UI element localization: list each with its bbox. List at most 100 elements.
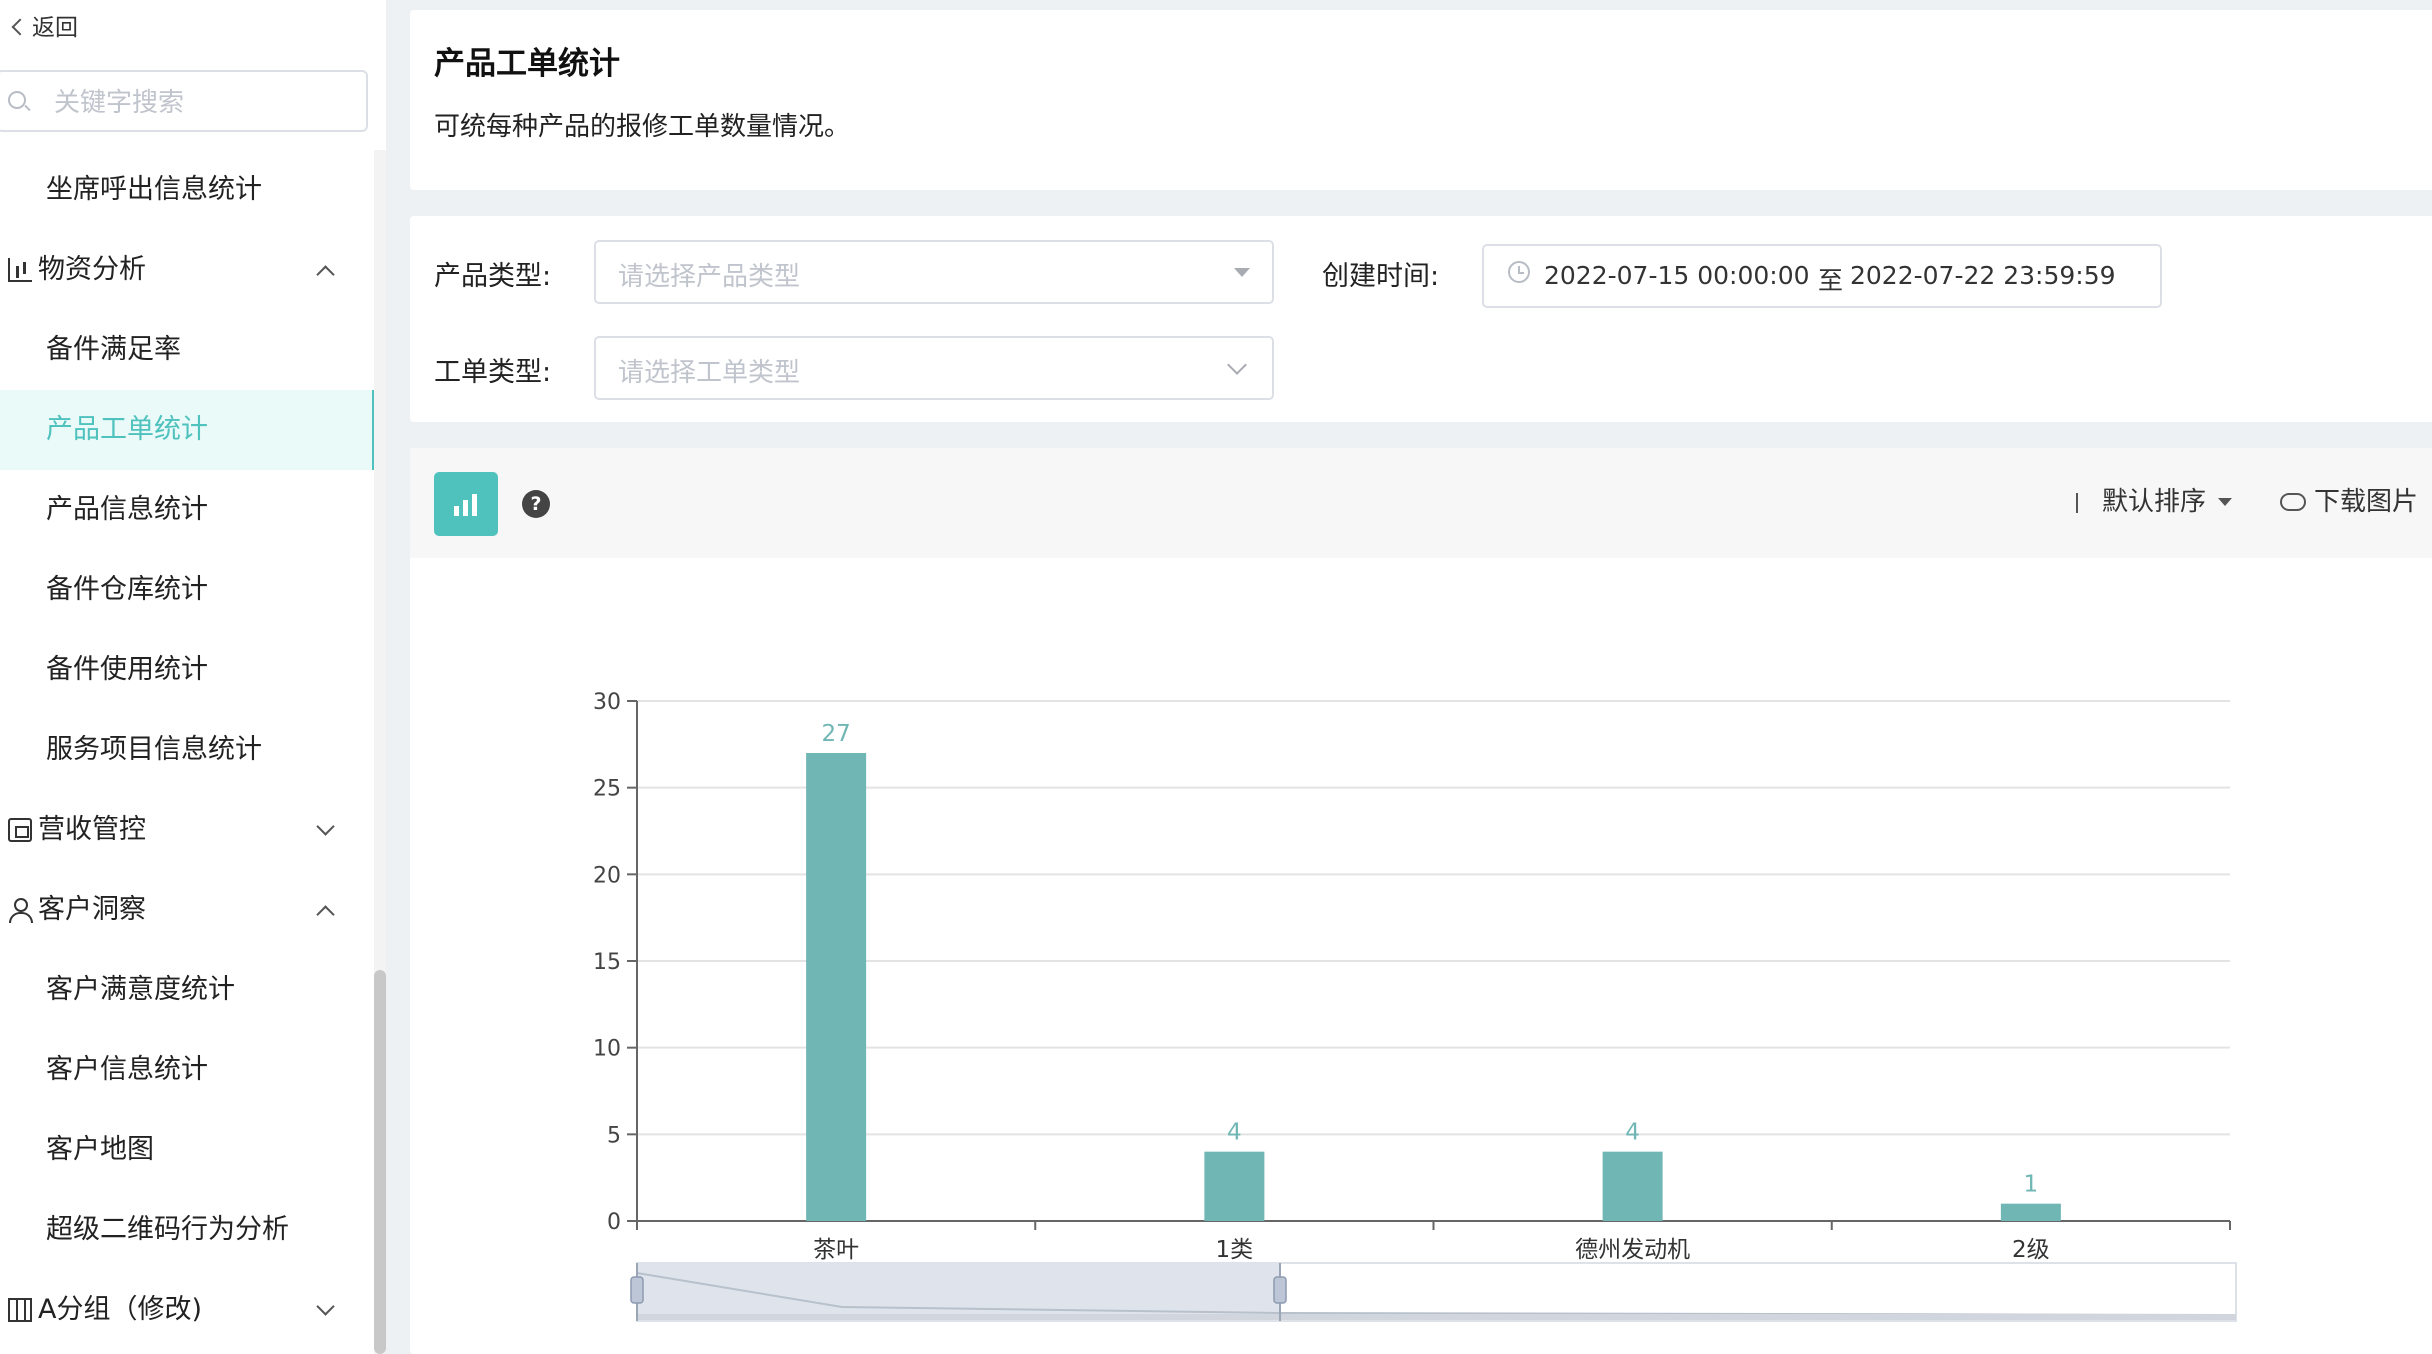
chevron-down-icon — [316, 817, 335, 836]
sidebar-item-spare-usage[interactable]: 备件使用统计 — [0, 630, 376, 710]
sidebar-group-a[interactable]: A分组（修改) — [0, 1270, 376, 1350]
x-tick-label: 德州发动机 — [1575, 1237, 1690, 1263]
sidebar: 返回 坐席呼出信息统计 物资分析 备件满足率 产品工单统计 产品信息统计 备件仓… — [0, 0, 386, 1354]
sidebar-item-label: 产品信息统计 — [46, 494, 208, 525]
sort-dropdown[interactable]: 默认排序 — [2076, 484, 2233, 520]
order-type-label: 工单类型: — [434, 357, 552, 388]
cloud-download-icon — [2280, 493, 2306, 511]
date-range-picker[interactable]: 2022-07-15 00:00:00 至 2022-07-22 23:59:5… — [1482, 244, 2162, 308]
chevron-down-icon — [1227, 355, 1247, 375]
sidebar-item-agent-outbound[interactable]: 坐席呼出信息统计 — [0, 150, 376, 230]
product-type-placeholder: 请选择产品类型 — [618, 262, 801, 292]
bar[interactable] — [1602, 1151, 1663, 1221]
bar[interactable] — [806, 753, 867, 1221]
chevron-up-icon — [316, 265, 335, 284]
sidebar-item-label: 客户满意度统计 — [46, 974, 235, 1005]
sidebar-group-label: A分组（修改) — [38, 1294, 203, 1325]
bar-value-label: 4 — [1227, 1120, 1242, 1146]
sidebar-item-service-project[interactable]: 服务项目信息统计 — [0, 710, 376, 790]
sidebar-group-material[interactable]: 物资分析 — [0, 230, 376, 310]
user-icon — [8, 898, 33, 923]
sidebar-scrollbar-thumb[interactable] — [374, 970, 386, 1354]
bar-chart-toggle-button[interactable] — [434, 472, 498, 536]
sidebar-item-qrcode-analysis[interactable]: 超级二维码行为分析 — [0, 1190, 376, 1270]
date-separator: 至 — [1818, 266, 1844, 295]
grid-icon — [8, 1298, 32, 1322]
sort-label: 默认排序 — [2102, 487, 2207, 517]
page-header: 产品工单统计 可统每种产品的报修工单数量情况。 — [410, 10, 2432, 190]
sidebar-group-customer[interactable]: 客户洞察 — [0, 870, 376, 950]
bar-chart-icon — [8, 258, 32, 282]
y-tick-label: 0 — [607, 1210, 621, 1235]
sidebar-item-spare-warehouse[interactable]: 备件仓库统计 — [0, 550, 376, 630]
sidebar-item-spare-rate[interactable]: 备件满足率 — [0, 310, 376, 390]
caret-down-icon — [2218, 498, 2233, 506]
chart-toolbar: ? 默认排序 下载图片 — [410, 448, 2432, 558]
chart-panel: ? 默认排序 下载图片 0 5 10 15 20 25 30 茶叶 1类 德州发动机 2级 27 4… — [410, 448, 2432, 1354]
bar-value-label: 1 — [2024, 1172, 2039, 1198]
sidebar-item-label: 超级二维码行为分析 — [46, 1214, 289, 1245]
x-tick-label: 茶叶 — [813, 1237, 859, 1263]
y-tick-label: 25 — [593, 777, 621, 802]
bar[interactable] — [1204, 1151, 1265, 1221]
back-link[interactable]: 返回 — [11, 10, 78, 46]
download-image-button[interactable]: 下载图片 — [2280, 484, 2418, 520]
sidebar-item-label: 坐席呼出信息统计 — [46, 174, 262, 205]
search-box — [0, 70, 368, 132]
y-axis: 0 5 10 15 20 25 30 — [593, 690, 638, 1235]
page-title: 产品工单统计 — [434, 46, 620, 82]
filter-panel: 产品类型: 请选择产品类型 创建时间: 2022-07-15 00:00:00 … — [410, 216, 2432, 422]
search-input[interactable] — [52, 82, 356, 124]
y-tick-label: 5 — [607, 1123, 621, 1148]
bar[interactable] — [2000, 1203, 2061, 1221]
bar-chart-icon — [454, 506, 459, 516]
date-start[interactable]: 2022-07-15 00:00:00 — [1544, 261, 1810, 290]
sidebar-group-label: 客户洞察 — [38, 894, 146, 925]
datazoom-handle[interactable] — [630, 1276, 644, 1304]
x-tick-label: 1类 — [1216, 1237, 1254, 1263]
sidebar-item-label: 服务项目信息统计 — [46, 734, 262, 765]
back-label: 返回 — [32, 15, 78, 41]
sidebar-item-product-orders[interactable]: 产品工单统计 — [0, 390, 376, 470]
sidebar-item-label: 产品工单统计 — [46, 414, 208, 445]
product-type-select[interactable]: 请选择产品类型 — [594, 240, 1274, 304]
sidebar-item-customer-satisfaction[interactable]: 客户满意度统计 — [0, 950, 376, 1030]
y-tick-label: 15 — [593, 950, 621, 975]
chevron-up-icon — [316, 905, 335, 924]
datazoom-slider — [630, 1262, 2237, 1322]
sidebar-item-customer-info[interactable]: 客户信息统计 — [0, 1030, 376, 1110]
chart-bars: 27 4 4 1 — [806, 721, 2061, 1221]
bar-value-label: 27 — [821, 721, 850, 747]
sidebar-item-product-info[interactable]: 产品信息统计 — [0, 470, 376, 550]
caret-down-icon — [1234, 268, 1250, 277]
sidebar-item-label: 备件使用统计 — [46, 654, 208, 685]
sidebar-group-revenue[interactable]: 营收管控 — [0, 790, 376, 870]
clock-icon — [1508, 261, 1530, 283]
order-type-placeholder: 请选择工单类型 — [618, 358, 801, 388]
order-type-select[interactable]: 请选择工单类型 — [594, 336, 1274, 400]
sidebar-group-label: 物资分析 — [38, 254, 146, 285]
x-axis: 茶叶 1类 德州发动机 2级 — [636, 1220, 2231, 1263]
sort-icon — [2076, 493, 2094, 513]
sidebar-item-label: 客户地图 — [46, 1134, 154, 1165]
page-description: 可统每种产品的报修工单数量情况。 — [434, 112, 851, 142]
sidebar-item-label: 备件仓库统计 — [46, 574, 208, 605]
search-icon — [8, 91, 26, 109]
help-icon[interactable]: ? — [522, 490, 550, 518]
sidebar-group-label: 营收管控 — [38, 814, 146, 845]
building-icon — [8, 818, 32, 842]
created-time-label: 创建时间: — [1322, 261, 1440, 292]
y-tick-label: 30 — [593, 690, 621, 715]
date-end[interactable]: 2022-07-22 23:59:59 — [1850, 261, 2116, 290]
download-label: 下载图片 — [2314, 487, 2419, 517]
sidebar-menu: 坐席呼出信息统计 物资分析 备件满足率 产品工单统计 产品信息统计 备件仓库统计… — [0, 150, 376, 1350]
sidebar-item-customer-map[interactable]: 客户地图 — [0, 1110, 376, 1190]
sidebar-item-label: 备件满足率 — [46, 334, 181, 365]
product-type-label: 产品类型: — [434, 261, 552, 292]
sidebar-item-label: 客户信息统计 — [46, 1054, 208, 1085]
chevron-left-icon — [11, 18, 29, 36]
datazoom-handle[interactable] — [1273, 1276, 1287, 1304]
chart-grid — [637, 700, 2230, 1136]
bar-value-label: 4 — [1625, 1120, 1640, 1146]
x-tick-label: 2级 — [2012, 1237, 2050, 1263]
